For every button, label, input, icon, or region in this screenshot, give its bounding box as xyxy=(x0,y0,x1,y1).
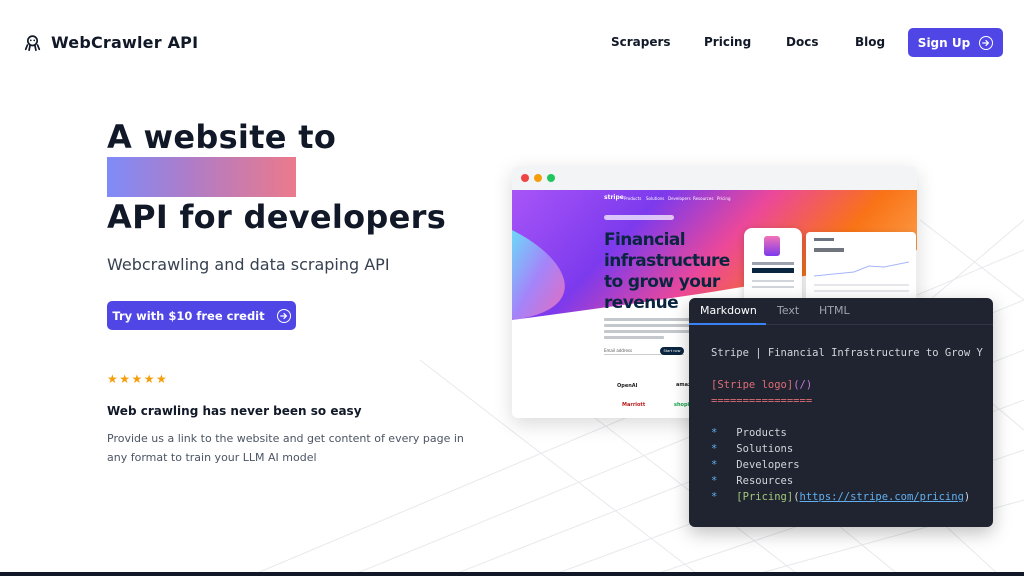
circle-arrow-right-icon xyxy=(276,308,291,323)
nav-blog[interactable]: Blog xyxy=(855,35,885,49)
nav-docs[interactable]: Docs xyxy=(786,35,818,49)
rating-stars: ★★★★★ xyxy=(107,372,169,386)
start-now-button: Start now xyxy=(660,347,684,355)
site-nav-resources: Resources xyxy=(693,196,714,201)
site-nav-pricing: Pricing xyxy=(717,196,731,201)
format-tabs: Markdown Text HTML xyxy=(689,298,993,325)
code-logo-link-text: [Stripe logo] xyxy=(711,379,794,391)
circle-arrow-right-icon xyxy=(979,35,994,50)
signup-button[interactable]: Sign Up xyxy=(908,28,1003,57)
free-credit-button[interactable]: Try with $10 free credit xyxy=(107,301,296,330)
hero-description: Provide us a link to the website and get… xyxy=(107,432,464,464)
logo-openai: OpenAI xyxy=(617,383,638,389)
tab-html[interactable]: HTML xyxy=(819,304,850,317)
code-output-panel: Markdown Text HTML Stripe | Financial In… xyxy=(689,298,993,527)
code-bullet-developers: Developers xyxy=(736,459,800,471)
signup-label: Sign Up xyxy=(917,35,971,50)
title-highlight-bar xyxy=(107,157,296,197)
code-bullet-solutions: Solutions xyxy=(736,443,794,455)
code-pricing-text: [Pricing] xyxy=(736,491,794,503)
browser-titlebar xyxy=(512,166,917,190)
hero-title-line2: API for developers xyxy=(107,198,447,236)
code-bullet-resources: Resources xyxy=(736,475,794,487)
nav-pricing[interactable]: Pricing xyxy=(704,35,751,49)
site-header: WebCrawler API Scrapers Pricing Docs Blo… xyxy=(0,0,1024,84)
code-logo-link-url: (/) xyxy=(793,379,813,391)
close-dot xyxy=(521,174,529,182)
tagline: Web crawling has never been so easy xyxy=(107,404,362,418)
tab-markdown[interactable]: Markdown xyxy=(700,304,757,317)
code-pricing-url[interactable]: https://stripe.com/pricing xyxy=(800,491,964,503)
nav-scrapers[interactable]: Scrapers xyxy=(611,35,671,49)
active-tab-indicator xyxy=(689,323,766,325)
site-nav-solutions: Solutions xyxy=(646,196,665,201)
markdown-output: Stripe | Financial Infrastructure to Gro… xyxy=(711,347,983,503)
dashboard-preview xyxy=(806,232,916,302)
code-rule: ================ xyxy=(711,395,813,407)
hero-title-line1: A website to xyxy=(107,118,337,156)
maximize-dot xyxy=(547,174,555,182)
minimize-dot xyxy=(534,174,542,182)
code-bullet-products: Products xyxy=(736,427,787,439)
tab-text[interactable]: Text xyxy=(777,304,799,317)
site-body-text xyxy=(604,318,694,342)
logo[interactable]: WebCrawler API xyxy=(24,33,198,52)
hero-subtitle: Webcrawling and data scraping API xyxy=(107,255,390,274)
logo-text: WebCrawler API xyxy=(51,33,199,52)
logo-marriott: Marriott xyxy=(622,402,646,408)
code-title-line: Stripe | Financial Infrastructure to Gro… xyxy=(711,347,983,359)
octopus-icon xyxy=(24,35,41,51)
site-nav-developers: Developers xyxy=(668,196,691,201)
stripe-brand: stripe xyxy=(604,194,624,201)
announcement-pill xyxy=(604,215,674,220)
cta-label: Try with $10 free credit xyxy=(112,308,265,323)
site-nav-products: Products xyxy=(624,196,642,201)
